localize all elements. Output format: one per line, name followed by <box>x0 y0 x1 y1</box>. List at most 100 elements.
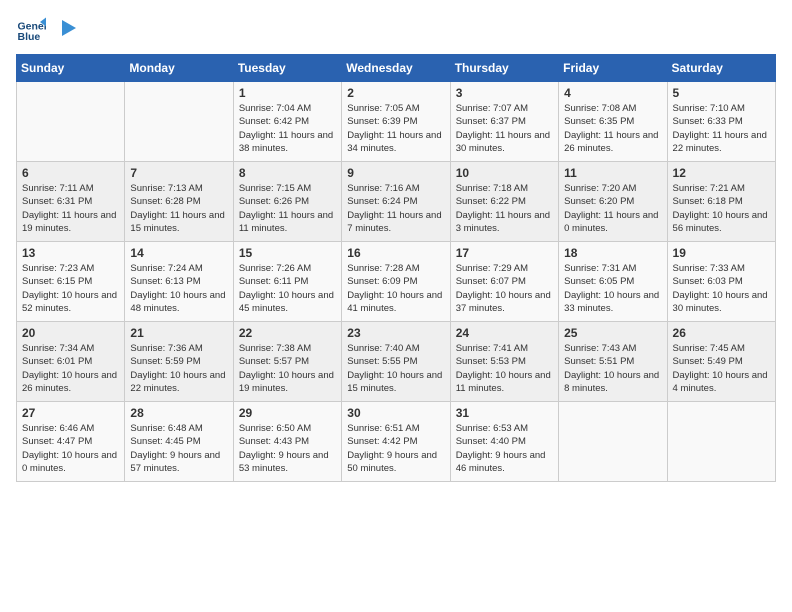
day-number: 2 <box>347 86 444 100</box>
weekday-header-friday: Friday <box>559 55 667 82</box>
day-number: 27 <box>22 406 119 420</box>
day-info: Sunrise: 7:11 AM Sunset: 6:31 PM Dayligh… <box>22 182 119 235</box>
weekday-header-tuesday: Tuesday <box>233 55 341 82</box>
day-info: Sunrise: 7:38 AM Sunset: 5:57 PM Dayligh… <box>239 342 336 395</box>
day-info: Sunrise: 7:05 AM Sunset: 6:39 PM Dayligh… <box>347 102 444 155</box>
calendar-cell: 4Sunrise: 7:08 AM Sunset: 6:35 PM Daylig… <box>559 82 667 162</box>
day-number: 30 <box>347 406 444 420</box>
day-info: Sunrise: 7:26 AM Sunset: 6:11 PM Dayligh… <box>239 262 336 315</box>
calendar-header: SundayMondayTuesdayWednesdayThursdayFrid… <box>17 55 776 82</box>
weekday-header-sunday: Sunday <box>17 55 125 82</box>
day-info: Sunrise: 7:10 AM Sunset: 6:33 PM Dayligh… <box>673 102 770 155</box>
day-info: Sunrise: 7:18 AM Sunset: 6:22 PM Dayligh… <box>456 182 553 235</box>
day-number: 29 <box>239 406 336 420</box>
weekday-row: SundayMondayTuesdayWednesdayThursdayFrid… <box>17 55 776 82</box>
day-info: Sunrise: 6:53 AM Sunset: 4:40 PM Dayligh… <box>456 422 553 475</box>
day-info: Sunrise: 7:21 AM Sunset: 6:18 PM Dayligh… <box>673 182 770 235</box>
day-number: 9 <box>347 166 444 180</box>
calendar-cell: 31 Sunrise: 6:53 AM Sunset: 4:40 PM Dayli… <box>450 402 558 482</box>
day-number: 17 <box>456 246 553 260</box>
calendar-cell: 15 Sunrise: 7:26 AM Sunset: 6:11 PM Dayli… <box>233 242 341 322</box>
day-info: Sunrise: 7:07 AM Sunset: 6:37 PM Dayligh… <box>456 102 553 155</box>
day-number: 1 <box>239 86 336 100</box>
calendar-cell: 1 Sunrise: 7:04 AM Sunset: 6:42 PM Daylig… <box>233 82 341 162</box>
calendar-cell: 7 Sunrise: 7:13 AM Sunset: 6:28 PM Daylig… <box>125 162 233 242</box>
weekday-header-wednesday: Wednesday <box>342 55 450 82</box>
logo: General Blue <box>16 16 76 46</box>
calendar-week-2: 6 Sunrise: 7:11 AM Sunset: 6:31 PM Daylig… <box>17 162 776 242</box>
svg-text:Blue: Blue <box>18 31 41 43</box>
day-info: Sunrise: 7:04 AM Sunset: 6:42 PM Dayligh… <box>239 102 336 155</box>
day-info: Sunrise: 6:51 AM Sunset: 4:42 PM Dayligh… <box>347 422 444 475</box>
day-info: Sunrise: 6:48 AM Sunset: 4:45 PM Dayligh… <box>130 422 227 475</box>
calendar-cell: 11 Sunrise: 7:20 AM Sunset: 6:20 PM Dayli… <box>559 162 667 242</box>
day-info: Sunrise: 6:50 AM Sunset: 4:43 PM Dayligh… <box>239 422 336 475</box>
calendar-cell <box>559 402 667 482</box>
calendar-cell: 5 Sunrise: 7:10 AM Sunset: 6:33 PM Daylig… <box>667 82 775 162</box>
calendar-cell: 6 Sunrise: 7:11 AM Sunset: 6:31 PM Daylig… <box>17 162 125 242</box>
day-number: 6 <box>22 166 119 180</box>
day-number: 18 <box>564 246 661 260</box>
calendar-cell: 12 Sunrise: 7:21 AM Sunset: 6:18 PM Dayli… <box>667 162 775 242</box>
calendar-cell: 25 Sunrise: 7:43 AM Sunset: 5:51 PM Dayli… <box>559 322 667 402</box>
day-number: 26 <box>673 326 770 340</box>
day-number: 19 <box>673 246 770 260</box>
calendar-table: SundayMondayTuesdayWednesdayThursdayFrid… <box>16 54 776 482</box>
calendar-cell: 2 Sunrise: 7:05 AM Sunset: 6:39 PM Daylig… <box>342 82 450 162</box>
day-info: Sunrise: 7:45 AM Sunset: 5:49 PM Dayligh… <box>673 342 770 395</box>
calendar-cell: 13 Sunrise: 7:23 AM Sunset: 6:15 PM Dayli… <box>17 242 125 322</box>
day-info: Sunrise: 7:41 AM Sunset: 5:53 PM Dayligh… <box>456 342 553 395</box>
day-number: 31 <box>456 406 553 420</box>
day-number: 23 <box>347 326 444 340</box>
day-info: Sunrise: 7:36 AM Sunset: 5:59 PM Dayligh… <box>130 342 227 395</box>
day-number: 5 <box>673 86 770 100</box>
day-number: 12 <box>673 166 770 180</box>
day-number: 7 <box>130 166 227 180</box>
weekday-header-thursday: Thursday <box>450 55 558 82</box>
calendar-cell <box>17 82 125 162</box>
calendar-week-4: 20Sunrise: 7:34 AM Sunset: 6:01 PM Dayli… <box>17 322 776 402</box>
calendar-cell: 24Sunrise: 7:41 AM Sunset: 5:53 PM Dayli… <box>450 322 558 402</box>
day-number: 16 <box>347 246 444 260</box>
calendar-cell: 23Sunrise: 7:40 AM Sunset: 5:55 PM Dayli… <box>342 322 450 402</box>
logo-icon: General Blue <box>16 16 46 46</box>
calendar-cell: 26 Sunrise: 7:45 AM Sunset: 5:49 PM Dayli… <box>667 322 775 402</box>
calendar-cell: 16 Sunrise: 7:28 AM Sunset: 6:09 PM Dayli… <box>342 242 450 322</box>
day-number: 3 <box>456 86 553 100</box>
day-number: 21 <box>130 326 227 340</box>
day-info: Sunrise: 7:08 AM Sunset: 6:35 PM Dayligh… <box>564 102 661 155</box>
day-info: Sunrise: 7:13 AM Sunset: 6:28 PM Dayligh… <box>130 182 227 235</box>
calendar-body: 1 Sunrise: 7:04 AM Sunset: 6:42 PM Daylig… <box>17 82 776 482</box>
day-info: Sunrise: 7:43 AM Sunset: 5:51 PM Dayligh… <box>564 342 661 395</box>
day-number: 28 <box>130 406 227 420</box>
weekday-header-saturday: Saturday <box>667 55 775 82</box>
day-info: Sunrise: 6:46 AM Sunset: 4:47 PM Dayligh… <box>22 422 119 475</box>
day-info: Sunrise: 7:16 AM Sunset: 6:24 PM Dayligh… <box>347 182 444 235</box>
calendar-cell: 27 Sunrise: 6:46 AM Sunset: 4:47 PM Dayli… <box>17 402 125 482</box>
calendar-cell: 18 Sunrise: 7:31 AM Sunset: 6:05 PM Dayli… <box>559 242 667 322</box>
day-number: 15 <box>239 246 336 260</box>
day-info: Sunrise: 7:28 AM Sunset: 6:09 PM Dayligh… <box>347 262 444 315</box>
calendar-cell: 3 Sunrise: 7:07 AM Sunset: 6:37 PM Daylig… <box>450 82 558 162</box>
day-info: Sunrise: 7:15 AM Sunset: 6:26 PM Dayligh… <box>239 182 336 235</box>
calendar-week-3: 13 Sunrise: 7:23 AM Sunset: 6:15 PM Dayli… <box>17 242 776 322</box>
day-info: Sunrise: 7:20 AM Sunset: 6:20 PM Dayligh… <box>564 182 661 235</box>
calendar-cell: 8Sunrise: 7:15 AM Sunset: 6:26 PM Daylig… <box>233 162 341 242</box>
calendar-cell: 21 Sunrise: 7:36 AM Sunset: 5:59 PM Dayli… <box>125 322 233 402</box>
page-header: General Blue <box>16 16 776 46</box>
day-info: Sunrise: 7:24 AM Sunset: 6:13 PM Dayligh… <box>130 262 227 315</box>
day-number: 14 <box>130 246 227 260</box>
day-info: Sunrise: 7:31 AM Sunset: 6:05 PM Dayligh… <box>564 262 661 315</box>
day-info: Sunrise: 7:23 AM Sunset: 6:15 PM Dayligh… <box>22 262 119 315</box>
day-number: 25 <box>564 326 661 340</box>
calendar-week-5: 27 Sunrise: 6:46 AM Sunset: 4:47 PM Dayli… <box>17 402 776 482</box>
calendar-cell: 14 Sunrise: 7:24 AM Sunset: 6:13 PM Dayli… <box>125 242 233 322</box>
day-number: 11 <box>564 166 661 180</box>
calendar-cell: 28 Sunrise: 6:48 AM Sunset: 4:45 PM Dayli… <box>125 402 233 482</box>
day-number: 13 <box>22 246 119 260</box>
calendar-cell: 10Sunrise: 7:18 AM Sunset: 6:22 PM Dayli… <box>450 162 558 242</box>
logo-arrow-icon <box>54 20 76 42</box>
calendar-cell: 17Sunrise: 7:29 AM Sunset: 6:07 PM Dayli… <box>450 242 558 322</box>
calendar-cell: 29 Sunrise: 6:50 AM Sunset: 4:43 PM Dayli… <box>233 402 341 482</box>
calendar-cell: 22Sunrise: 7:38 AM Sunset: 5:57 PM Dayli… <box>233 322 341 402</box>
